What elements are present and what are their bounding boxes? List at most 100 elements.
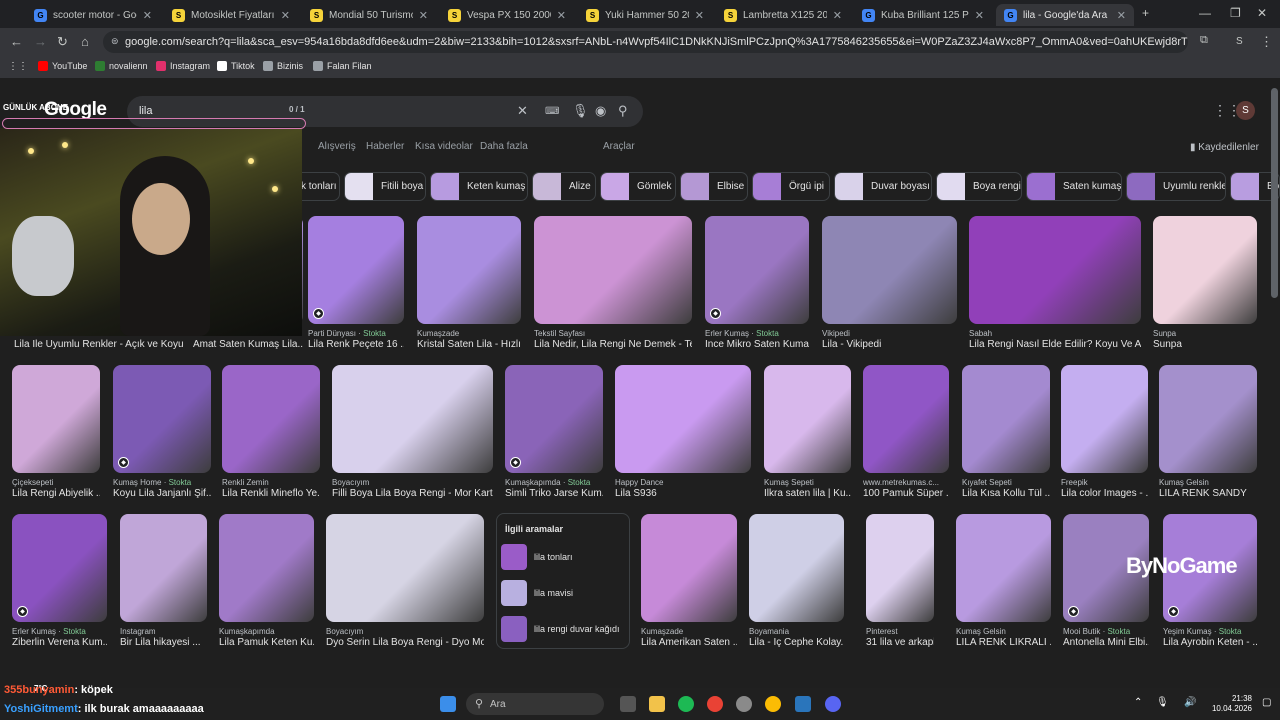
browser-tab[interactable]: S Lambretta X125 2024 Model ✕ [716,4,850,26]
chrome-icon[interactable] [707,696,723,712]
result-thumbnail[interactable] [1153,216,1257,324]
start-icon[interactable] [440,696,456,712]
menu-icon[interactable]: ⋮ [1260,34,1273,50]
image-result[interactable]: Kıyafet Sepeti Lila Kısa Kollu Tül ... [962,365,1050,505]
image-result[interactable]: ◆ Mooi Butik · Stokta Antonella Mini Elbi.… [1063,514,1149,654]
refinement-chip[interactable]: Boya rengi [936,172,1022,201]
result-thumbnail[interactable]: ◆ [12,514,107,622]
tab-close-icon[interactable]: ✕ [695,9,704,22]
result-thumbnail[interactable] [764,365,851,473]
result-title[interactable]: Koyu Lila Janjanlı Şif... [113,488,211,499]
volume-icon[interactable]: 🔊 [1184,697,1196,708]
image-result[interactable]: Kumaşzade Kristal Saten Lila - Hızlı... [417,216,521,356]
mic-tray-icon[interactable]: 🎙 [1156,697,1169,708]
obs-icon[interactable] [736,696,752,712]
browser-tab[interactable]: Glila - Google'da Ara ✕ [996,4,1134,26]
result-thumbnail[interactable]: ◆ [705,216,809,324]
maximize-icon[interactable]: ❐ [1230,6,1241,20]
image-result[interactable]: Instagram Bir Lila hikayesi ... [120,514,207,654]
image-result[interactable]: Çiçeksepeti Lila Rengi Abiyelik ... [12,365,100,505]
browser-tab[interactable]: S Motosiklet Fiyatları, İkinci El ✕ [164,4,298,26]
refinement-chip[interactable]: Elbise [680,172,748,201]
result-thumbnail[interactable] [615,365,751,473]
task-view-icon[interactable] [620,696,636,712]
image-result[interactable]: Pinterest31 lila ve arkaplan ... [866,514,934,654]
result-thumbnail[interactable] [332,365,493,473]
result-thumbnail[interactable] [219,514,314,622]
tab-close-icon[interactable]: ✕ [419,9,428,22]
image-result[interactable]: Kumaş Gelsin LİLA RENK LİKRALI ... [956,514,1051,654]
taskbar-search[interactable]: ⚲ Ara [466,693,604,715]
refinement-chip[interactable]: Uyumlu renkler [1126,172,1226,201]
camera-search-icon[interactable]: ◉ [595,103,606,119]
browser-tab[interactable]: S Mondial 50 Turismo 2026 ✕ [302,4,436,26]
result-thumbnail[interactable] [120,514,207,622]
result-title[interactable]: Filli Boya Lila Boya Rengi - Mor Kartel.… [332,488,493,499]
avatar[interactable]: S [1236,101,1255,120]
image-result[interactable]: ◆ Parti Dünyası · Stokta Lila Renk Peçete … [308,216,404,356]
result-title[interactable]: İnce Mikro Saten Kuma... [705,339,809,350]
result-title[interactable]: Kristal Saten Lila - Hızlı... [417,339,521,350]
result-title[interactable]: LİLA RENK SANDY [1159,488,1257,499]
result-thumbnail[interactable] [866,514,934,622]
image-result[interactable]: Kumaşzade Lila Amerikan Saten ... [641,514,737,654]
related-item[interactable]: lila rengi duvar kağıdı [501,614,627,644]
result-title[interactable]: Lila Amerikan Saten ... [641,637,737,648]
result-thumbnail[interactable] [222,365,320,473]
page-scrollbar[interactable] [1271,88,1278,298]
result-title[interactable]: Lila Pamuk Keten Ku... [219,637,314,648]
image-result[interactable]: Vikipedi Lila - Vikipedi [822,216,957,356]
filter-tab[interactable]: Haberler [366,141,404,152]
tray-chevron-icon[interactable]: ⌃ [1134,697,1142,708]
file-explorer-icon[interactable] [649,696,665,712]
result-thumbnail[interactable] [12,365,100,473]
refinement-chip[interactable]: Gömlek [600,172,676,201]
browser-tab[interactable]: S Vespa PX 150 2000 Model ✕ [440,4,574,26]
image-result[interactable]: Kumaş Sepeti İlkra saten lila | Ku... [764,365,851,505]
result-thumbnail[interactable]: ◆ [308,216,404,324]
result-thumbnail[interactable] [1061,365,1148,473]
result-title[interactable]: Lila Renk Peçete 16 ... [308,339,404,350]
chrome-active-icon[interactable] [765,696,781,712]
image-result[interactable]: ◆ Kumaş Home · Stokta Koyu Lila Janjanlı Ş… [113,365,211,505]
image-result[interactable]: Boyacıyım Filli Boya Lila Boya Rengi - Mo… [332,365,493,505]
result-title[interactable]: Lila color Images - ... [1061,488,1148,499]
refinement-chip[interactable]: Örgü ipi [752,172,830,201]
search-input[interactable]: lila [139,105,152,117]
spotify-icon[interactable] [678,696,694,712]
refinement-chip[interactable]: Duvar boyası [834,172,932,201]
reload-icon[interactable]: ↻ [57,34,68,50]
result-title[interactable]: 100 Pamuk Süper ... [863,488,949,499]
image-result[interactable]: ◆ Yeşim Kumaş · Stokta Lila Ayrobin Keten … [1163,514,1257,654]
browser-tab[interactable]: Gscooter motor - Google'da Ara ✕ [26,4,160,26]
forward-icon[interactable]: → [34,34,47,49]
bookmark-item[interactable]: Falan Filan [313,61,372,71]
filter-tab[interactable]: Daha fazla [480,141,528,152]
result-thumbnail[interactable] [534,216,692,324]
home-icon[interactable]: ⌂ [81,34,89,49]
related-item[interactable]: lila tonları [501,542,627,572]
close-window-icon[interactable]: ✕ [1257,6,1267,20]
image-result[interactable]: www.metrekumas.c... 100 Pamuk Süper ... [863,365,949,505]
tab-close-icon[interactable]: ✕ [975,9,984,22]
result-thumbnail[interactable] [749,514,844,622]
refinement-chip[interactable]: Saten kumaş [1026,172,1122,201]
result-thumbnail[interactable] [641,514,737,622]
new-tab-icon[interactable]: + [1142,6,1149,20]
result-thumbnail[interactable]: ◆ [505,365,603,473]
back-icon[interactable]: ← [10,34,23,49]
search-icon[interactable]: ⚲ [618,103,628,119]
result-thumbnail[interactable] [822,216,957,324]
result-title[interactable]: Ziberlin Verena Kum... [12,637,107,648]
filter-tab[interactable]: Alışveriş [318,141,356,152]
image-result[interactable]: ◆ Erler Kumaş · Stokta İnce Mikro Saten Ku… [705,216,809,356]
image-result[interactable]: Sunpa Sunpa [1153,216,1257,356]
result-title[interactable]: LİLA RENK LİKRALI ... [956,637,1051,648]
image-result[interactable]: ◆ Kumaşkapımda · Stokta Simli Triko Jarse … [505,365,603,505]
extensions-icon[interactable]: ⧉ [1200,34,1208,47]
result-title[interactable]: Lila - İç Cephe Kolay... [749,637,844,648]
site-info-icon[interactable]: ⊜ [111,36,119,47]
tab-close-icon[interactable]: ✕ [1117,9,1126,22]
image-result[interactable]: ◆ Erler Kumaş · Stokta Ziberlin Verena Kum… [12,514,107,654]
result-title[interactable]: Lila - Vikipedi [822,339,957,350]
